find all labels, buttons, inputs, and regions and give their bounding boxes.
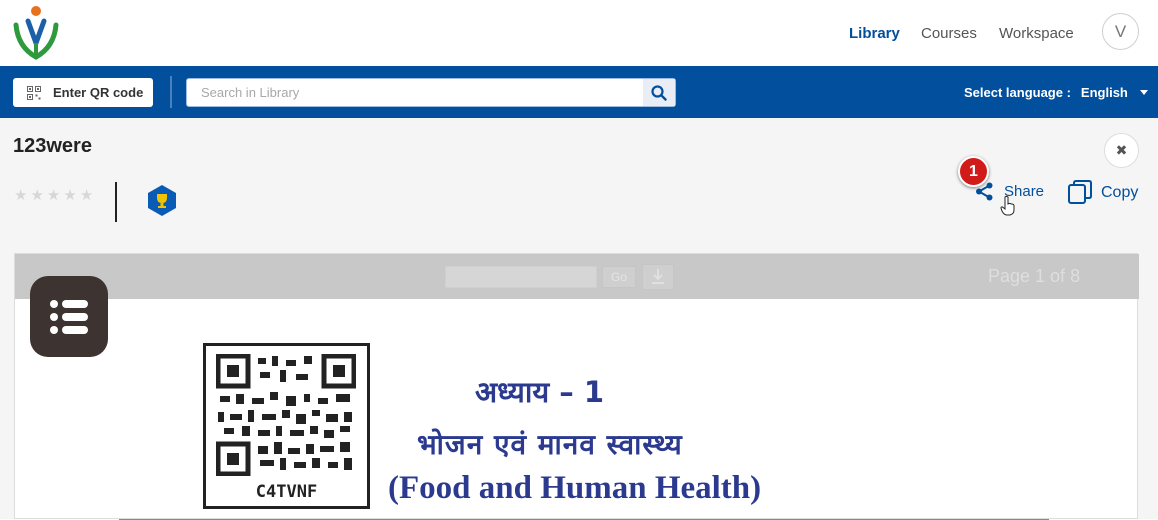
chapter-heading-hindi: अध्याय – 1 xyxy=(475,375,605,409)
star-rating[interactable]: ★ ★ ★ ★ ★ xyxy=(14,186,93,204)
search-input[interactable] xyxy=(187,79,645,106)
enter-qr-code-button[interactable]: Enter QR code xyxy=(13,78,153,107)
page-number-input[interactable] xyxy=(445,266,597,288)
star-icon[interactable]: ★ xyxy=(14,186,27,204)
copy-button[interactable]: Copy xyxy=(1068,180,1138,205)
enter-qr-code-label: Enter QR code xyxy=(53,85,144,100)
star-icon[interactable]: ★ xyxy=(63,186,76,204)
star-icon[interactable]: ★ xyxy=(47,186,60,204)
download-icon xyxy=(652,269,664,284)
search-toolbar: Enter QR code Select language : English xyxy=(0,66,1158,118)
top-header: Library Courses Workspace V xyxy=(0,0,1158,66)
hand-pointer-icon xyxy=(1000,196,1015,216)
app-logo[interactable] xyxy=(10,3,62,61)
star-icon[interactable]: ★ xyxy=(80,186,93,204)
user-avatar[interactable]: V xyxy=(1102,13,1139,50)
content-area: 123were ★ ★ ★ ★ ★ ✖ Share Copy 1 Go Page… xyxy=(0,118,1158,520)
page-indicator: Page 1 of 8 xyxy=(988,266,1081,286)
library-search xyxy=(186,78,676,107)
search-icon xyxy=(651,84,667,101)
go-button[interactable]: Go xyxy=(602,266,636,288)
nav-library[interactable]: Library xyxy=(849,0,900,66)
copy-label: Copy xyxy=(1101,183,1139,201)
language-value: English xyxy=(1080,84,1128,100)
step-marker-badge: 1 xyxy=(958,156,989,187)
qr-code-image xyxy=(216,354,356,476)
pdf-viewer: Go Page 1 of 8 C4TVNF अध्याय – 1 भोजन एव… xyxy=(14,253,1139,520)
qr-code-icon xyxy=(27,85,41,100)
menu-fab-button[interactable] xyxy=(30,276,108,357)
nav-workspace[interactable]: Workspace xyxy=(999,0,1074,66)
download-button[interactable] xyxy=(642,264,674,290)
chevron-down-icon xyxy=(1139,89,1148,95)
qr-code-label: C4TVNF xyxy=(255,482,318,502)
toolbar-divider xyxy=(170,76,172,108)
content-title: 123were xyxy=(13,135,92,157)
rating-divider xyxy=(115,182,117,222)
close-icon: ✖ xyxy=(1115,142,1128,159)
language-label: Select language : xyxy=(964,84,1071,100)
close-button[interactable]: ✖ xyxy=(1104,133,1139,168)
search-button[interactable] xyxy=(643,79,675,106)
trophy-badge-icon xyxy=(148,185,176,216)
viewer-toolbar: Go Page 1 of 8 xyxy=(15,254,1139,299)
star-icon[interactable]: ★ xyxy=(30,186,43,204)
chapter-subtitle-english: (Food and Human Health) xyxy=(388,470,762,506)
language-selector[interactable]: Select language : English xyxy=(964,66,1148,118)
copy-icon xyxy=(1068,180,1092,204)
chapter-subtitle-hindi: भोजन एवं मानव स्वास्थ्य xyxy=(417,428,683,461)
list-menu-icon xyxy=(50,299,88,334)
nav-courses[interactable]: Courses xyxy=(921,0,977,66)
document-qr-code: C4TVNF xyxy=(203,343,370,509)
